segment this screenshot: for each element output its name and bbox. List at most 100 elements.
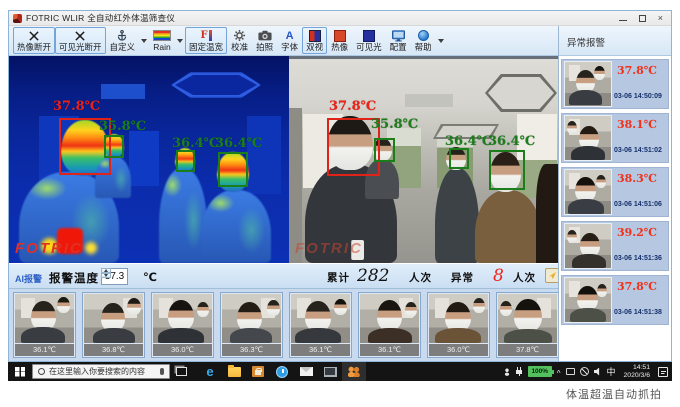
- toolbar-button-visible-view[interactable]: 可见光: [352, 27, 386, 54]
- mail-button[interactable]: [294, 362, 318, 381]
- window-controls: ×: [619, 14, 667, 23]
- abnormal-unit: 人次: [513, 270, 536, 285]
- toolbar-button-palette[interactable]: Rain: [149, 27, 175, 54]
- people-app-button[interactable]: [342, 362, 366, 381]
- pc-app-button[interactable]: [318, 362, 342, 381]
- mail-icon: [300, 367, 313, 376]
- alarm-entry[interactable]: 38.3℃ 03-06 14:51:06: [561, 167, 669, 217]
- edge-icon: e: [206, 365, 213, 378]
- ime-indicator[interactable]: 中: [607, 365, 616, 378]
- alarm-time: 03-06 14:51:06: [614, 201, 662, 208]
- dropdown-arrow-icon[interactable]: [177, 39, 183, 43]
- file-explorer-icon: [228, 367, 241, 377]
- alarm-panel: 异常报警 37.8℃ 03-06 14:50:09 38.1℃ 03-06 14…: [558, 26, 671, 361]
- face-bounding-box: [218, 152, 248, 187]
- app-icon: [13, 14, 22, 23]
- alarm-photo: [565, 170, 611, 214]
- hidden-icons-chevron[interactable]: ^: [557, 367, 561, 377]
- toolbar-button-config[interactable]: 配置: [386, 27, 411, 54]
- snapshot-card[interactable]: 36.1℃: [13, 292, 76, 358]
- face-bounding-box: [374, 138, 395, 162]
- snapshot-photo: [15, 294, 74, 343]
- edge-button[interactable]: e: [198, 362, 222, 381]
- battery-indicator[interactable]: 100%: [528, 366, 552, 377]
- store-icon: [252, 366, 264, 377]
- people-tray-icon[interactable]: [503, 368, 511, 376]
- alarm-entry[interactable]: 38.1℃ 03-06 14:51:02: [561, 113, 669, 163]
- maximize-button[interactable]: [639, 15, 646, 22]
- alarm-temp: 38.1℃: [617, 118, 657, 131]
- volume-icon[interactable]: [594, 368, 602, 376]
- toolbar-button-thermal-view[interactable]: 热像: [327, 27, 352, 54]
- snapshot-card[interactable]: 36.0℃: [427, 292, 490, 358]
- cortana-icon: [38, 368, 45, 375]
- temperature-label: 36.4℃: [445, 135, 492, 149]
- alarm-entry[interactable]: 37.8℃ 03-06 14:50:09: [561, 59, 669, 109]
- touchpad-icon[interactable]: [566, 368, 575, 375]
- snapshot-photo: [360, 294, 419, 343]
- people-app-icon: [347, 366, 361, 377]
- temperature-label: 36.4℃: [488, 135, 535, 149]
- snapshot-temp: 36.1℃: [291, 344, 350, 356]
- snapshot-temp: 36.8℃: [84, 344, 143, 356]
- alarm-entry[interactable]: 39.2℃ 03-06 14:51:36: [561, 221, 669, 271]
- toolbar-button-calibrate[interactable]: 校准: [227, 27, 252, 54]
- close-button[interactable]: ×: [658, 14, 663, 23]
- visible-image: 37.8℃ 35.8℃ 36.4℃ 36.4℃ FOTRIC: [289, 56, 558, 263]
- help-icon: [418, 29, 429, 42]
- person-figure: [435, 168, 479, 263]
- snapshot-photo: [291, 294, 350, 343]
- thermal-view-icon: [334, 29, 346, 42]
- anchor-icon: [116, 29, 128, 42]
- snapshot-card[interactable]: 36.3℃: [220, 292, 283, 358]
- tray-time: 14:51: [624, 364, 650, 372]
- toolbar-button-snapshot[interactable]: 拍照: [252, 27, 277, 54]
- snapshot-card[interactable]: 36.8℃: [82, 292, 145, 358]
- total-unit: 人次: [409, 270, 432, 285]
- snapshot-temp: 36.0℃: [429, 344, 488, 356]
- search-box[interactable]: 在这里输入你要搜索的内容: [32, 364, 170, 379]
- temperature-label: 37.8℃: [329, 100, 376, 114]
- toolbar-button-thermal-disconnect[interactable]: 热像断开: [13, 27, 55, 54]
- visible-disconnect-icon: [74, 29, 86, 42]
- snapshot-card[interactable]: 37.8℃: [496, 292, 559, 358]
- hot-blob: [85, 242, 97, 254]
- app-window: FOTRIC WLIR 全自动红外体温筛查仪 × 热像断开 可见光断开 自定义: [8, 10, 672, 362]
- config-monitor-icon: [392, 29, 405, 42]
- microphone-icon[interactable]: [160, 368, 164, 375]
- camera-icon: [258, 29, 272, 42]
- snapshot-card[interactable]: 36.1℃: [358, 292, 421, 358]
- toolbar-button-fixed-span[interactable]: F 固定温宽: [185, 27, 227, 54]
- toolbar-button-dual-view[interactable]: 双视: [302, 27, 327, 54]
- toolbar-button-font[interactable]: A 字体: [277, 27, 302, 54]
- power-plug-icon[interactable]: [516, 367, 523, 376]
- alarm-entry[interactable]: 37.8℃ 03-06 14:51:38: [561, 275, 669, 325]
- toolbar-button-custom[interactable]: 自定义: [106, 27, 140, 54]
- toolbar-button-help[interactable]: 帮助: [411, 27, 436, 54]
- snapshot-card[interactable]: 36.0℃: [151, 292, 214, 358]
- spinner-down-button[interactable]: [101, 273, 111, 278]
- dual-view-icon: [309, 29, 321, 42]
- clock-app-button[interactable]: [270, 362, 294, 381]
- left-column: 热像断开 可见光断开 自定义 Rain F 固定温宽 校准: [9, 26, 558, 361]
- action-center-icon[interactable]: [658, 367, 668, 377]
- dropdown-arrow-icon[interactable]: [438, 39, 444, 43]
- person-figure: [201, 190, 271, 263]
- fixed-span-icon: F: [201, 29, 212, 42]
- toolbar-button-visible-disconnect[interactable]: 可见光断开: [55, 27, 106, 54]
- dropdown-arrow-icon[interactable]: [141, 39, 147, 43]
- store-button[interactable]: [246, 362, 270, 381]
- start-button[interactable]: [8, 362, 32, 381]
- alarm-temp: 39.2℃: [617, 226, 657, 239]
- clock-tray[interactable]: 14:51 2020/3/6: [621, 364, 653, 379]
- camera-views: 37.8℃ 35.8℃ 36.4℃ 36.4℃ FOTRIC: [9, 56, 558, 263]
- thermal-disconnect-icon: [28, 29, 40, 42]
- file-explorer-button[interactable]: [222, 362, 246, 381]
- face-bounding-box: [489, 150, 525, 190]
- windows-logo-icon: [15, 367, 25, 377]
- snapshot-card[interactable]: 36.1℃: [289, 292, 352, 358]
- tray-date: 2020/3/6: [624, 372, 650, 380]
- network-icon[interactable]: [580, 367, 589, 376]
- task-view-button[interactable]: [170, 367, 192, 376]
- minimize-button[interactable]: [619, 15, 627, 22]
